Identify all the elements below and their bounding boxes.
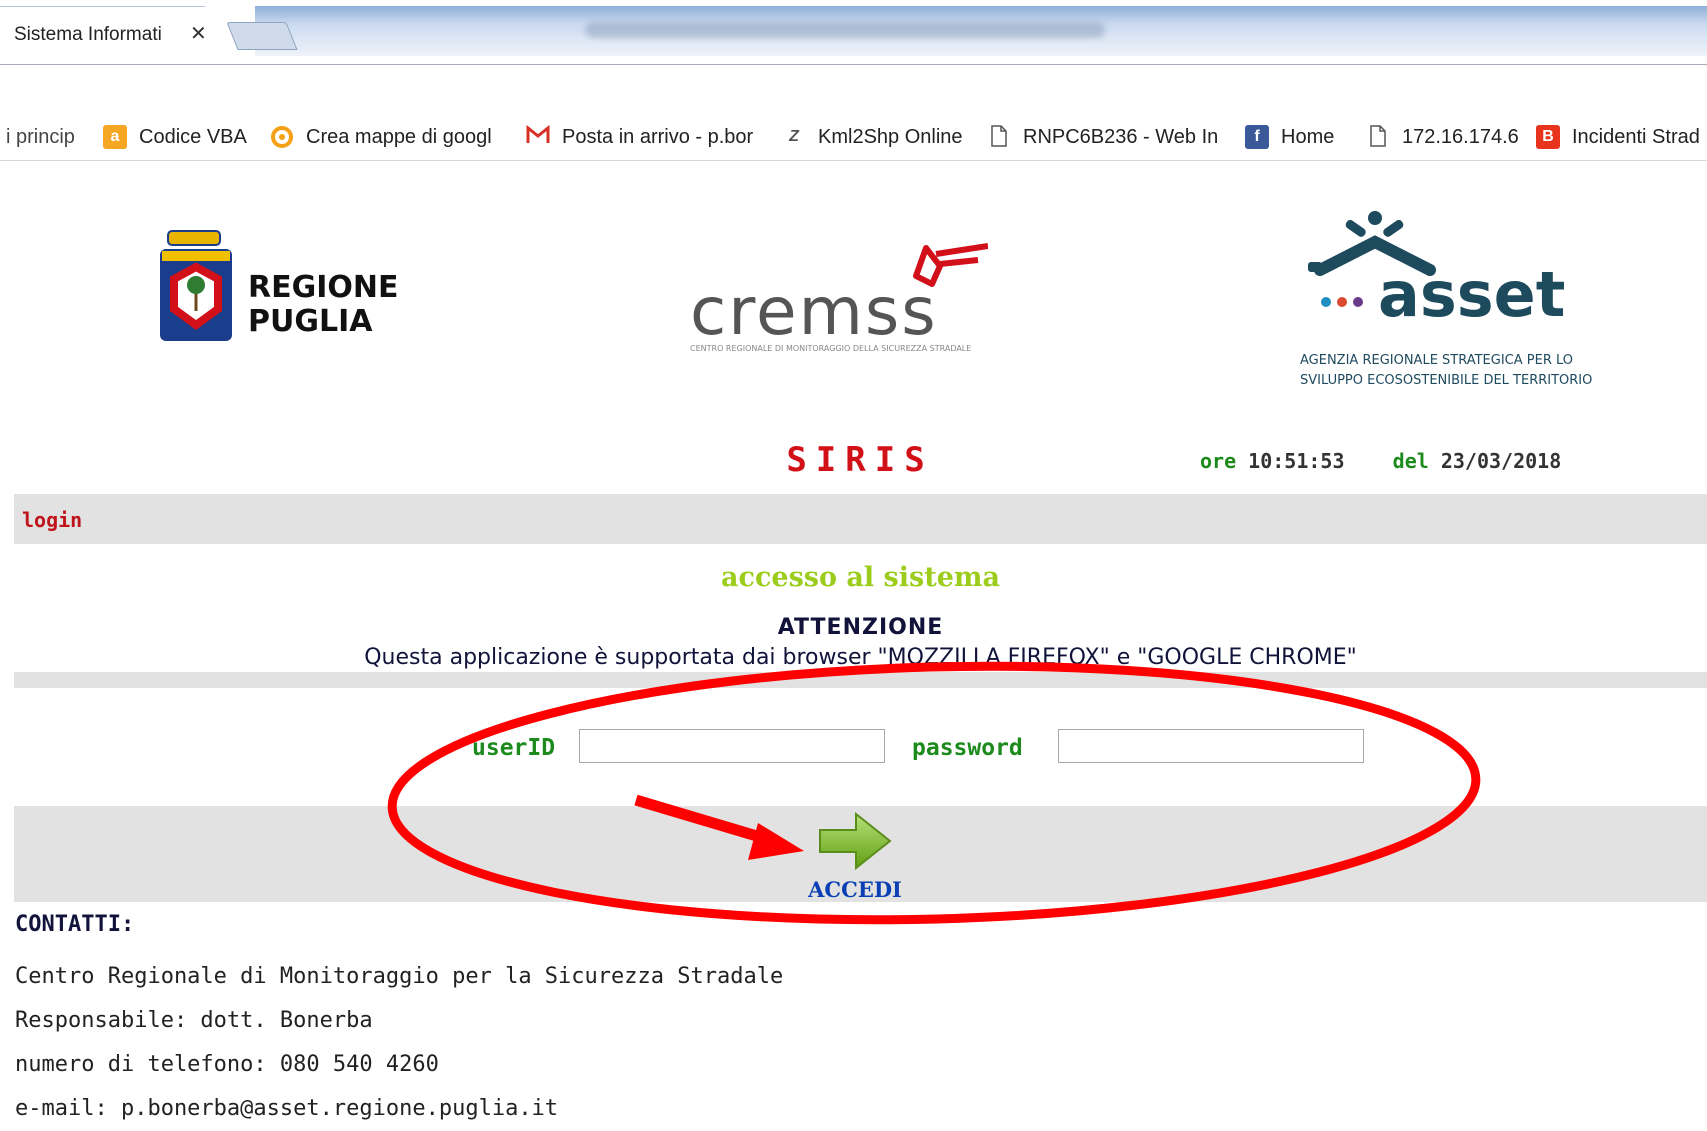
regione-puglia-logo: REGIONE PUGLIA [158, 229, 398, 349]
server-clock: ore 10:51:53 del 23/03/2018 [1200, 449, 1561, 473]
breadcrumb-bar: login [14, 494, 1707, 544]
bookmarks-bar: i princip a Codice VBA Crea mappe di goo… [0, 113, 1707, 161]
cremss-logo: cremss CENTRO REGIONALE DI MONITORAGGIO … [688, 236, 989, 356]
window-titlebar [255, 6, 1707, 56]
bookmark-item[interactable]: f Home [1245, 125, 1334, 149]
tab-title: Sistema Informati [14, 24, 162, 45]
contact-email: e-mail: p.bonerba@asset.regione.puglia.i… [15, 1096, 559, 1121]
svg-text:REGIONE: REGIONE [248, 270, 398, 305]
svg-text:PUGLIA: PUGLIA [248, 304, 373, 339]
userid-label: userID [472, 735, 556, 761]
breadcrumb: login [22, 508, 83, 532]
bookmark-item[interactable]: a Codice VBA [103, 125, 247, 149]
svg-text:SVILUPPO ECOSOSTENIBILE DEL TE: SVILUPPO ECOSOSTENIBILE DEL TERRITORIO [1300, 373, 1592, 388]
bookmark-label: Home [1281, 125, 1335, 148]
accedi-arrow-button[interactable] [818, 811, 892, 871]
date-value: 23/03/2018 [1440, 449, 1562, 473]
browser-tab-active[interactable]: Sistema Informati ✕ [0, 6, 218, 61]
page-icon [1366, 125, 1390, 149]
page-icon [987, 125, 1011, 149]
bookmark-label: Crea mappe di googl [306, 125, 492, 148]
svg-text:AGENZIA REGIONALE STRATEGICA P: AGENZIA REGIONALE STRATEGICA PER LO [1300, 353, 1573, 368]
bookmark-label: Incidenti Strad [1572, 125, 1700, 148]
facebook-icon: f [1245, 125, 1269, 149]
app-title: SIRIS [786, 440, 934, 480]
contact-line: Responsabile: dott. Bonerba [15, 1008, 373, 1033]
browser-toolbar [0, 65, 1707, 111]
bookmark-item[interactable]: B Incidenti Strad [1536, 125, 1700, 149]
contacts-section: CONTATTI: Centro Regionale di Monitoragg… [15, 912, 783, 1131]
password-label: password [912, 735, 1023, 761]
bookmark-item[interactable]: Z Kml2Shp Online [782, 125, 963, 149]
separator-bar [14, 672, 1707, 688]
new-tab-button[interactable] [226, 22, 298, 50]
bookmark-item[interactable]: 172.16.174.6 [1366, 125, 1519, 149]
toolbar-divider [0, 64, 1707, 65]
userid-field[interactable] [579, 729, 885, 763]
bookmark-item[interactable]: RNPC6B236 - Web In [987, 125, 1217, 149]
bookmark-label: 172.16.174.6 [1402, 125, 1519, 148]
time-value: 10:51:53 [1248, 449, 1345, 473]
attention-heading: ATTENZIONE [777, 615, 944, 640]
svg-text:cremss: cremss [690, 273, 938, 350]
asset-logo: asset AGENZIA REGIONALE STRATEGICA PER L… [1290, 200, 1610, 400]
amazon-icon: a [103, 125, 127, 149]
contact-line: Centro Regionale di Monitoraggio per la … [15, 964, 784, 989]
svg-text:CENTRO REGIONALE DI MONITORAGG: CENTRO REGIONALE DI MONITORAGGIO DELLA S… [690, 344, 971, 353]
date-prefix: del [1392, 449, 1429, 473]
close-icon[interactable]: ✕ [190, 21, 207, 45]
bookmark-label: Kml2Shp Online [818, 125, 963, 148]
browser-tabstrip: Sistema Informati ✕ [0, 0, 1707, 66]
svg-text:asset: asset [1378, 258, 1565, 331]
bookmark-label: RNPC6B236 - Web In [1023, 125, 1217, 148]
bookmark-label: i princip [6, 125, 75, 148]
bookmark-item[interactable]: Crea mappe di googl [270, 125, 496, 149]
password-field[interactable] [1058, 729, 1364, 763]
z-logo-icon: Z [789, 128, 799, 145]
bookmark-item[interactable]: i princip [6, 125, 76, 149]
section-title: accesso al sistema [721, 562, 1000, 593]
browser-support-note: Questa applicazione è supportata dai bro… [364, 645, 1357, 670]
window-title-blurred [585, 22, 1105, 38]
bookmark-label: Codice VBA [139, 125, 247, 148]
accedi-link[interactable]: ACCEDI [780, 877, 930, 902]
blogger-icon: B [1536, 125, 1560, 149]
mymaps-icon [270, 125, 294, 149]
time-prefix: ore [1200, 449, 1237, 473]
gmail-icon [526, 124, 550, 149]
contact-line: numero di telefono: 080 540 4260 [15, 1052, 439, 1077]
contacts-heading: CONTATTI: [15, 912, 135, 937]
bookmark-item[interactable]: Posta in arrivo - p.bor [526, 124, 756, 149]
green-arrow-icon [819, 811, 892, 871]
bookmark-label: Posta in arrivo - p.bor [562, 125, 754, 148]
